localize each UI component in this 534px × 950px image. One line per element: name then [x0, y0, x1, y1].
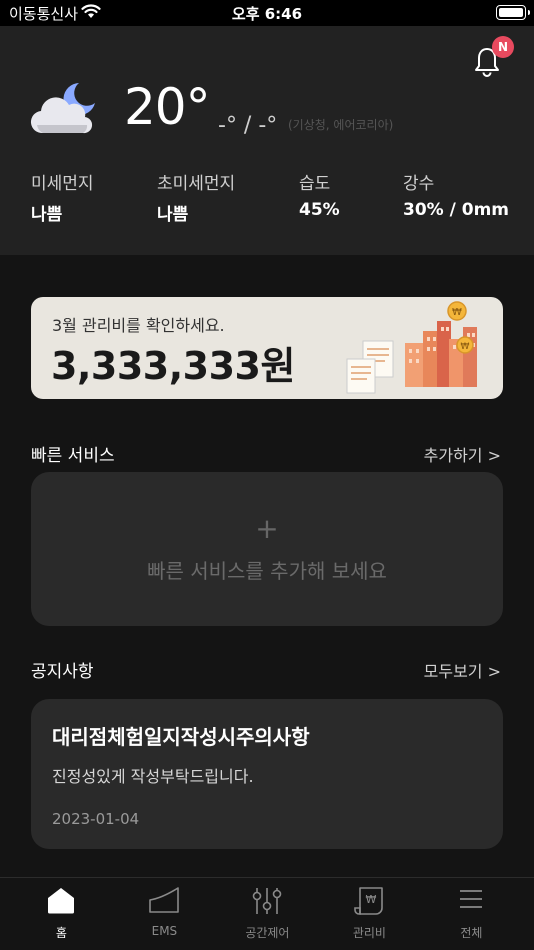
current-temperature: 20°: [124, 78, 211, 136]
metric-value: 45%: [299, 200, 340, 220]
weather-source: (기상청, 에어코리아): [288, 118, 394, 132]
quick-service-empty-card[interactable]: + 빠른 서비스를 추가해 보세요: [31, 472, 503, 626]
battery-icon: [496, 5, 530, 20]
tab-space-control[interactable]: 공간제어: [214, 878, 321, 950]
bill-amount: 3,333,333원: [51, 344, 295, 388]
sliders-icon: [214, 886, 321, 916]
notice-section-title: 공지사항: [31, 662, 94, 682]
bill-subtitle: 3월 관리비를 확인하세요.: [52, 316, 225, 335]
metric-label: 습도: [299, 174, 331, 194]
tab-ems[interactable]: EMS: [111, 878, 218, 950]
metric-label: 미세먼지: [31, 174, 94, 194]
notice-card[interactable]: 대리점체험일지작성시주의사항 진정성있게 작성부탁드립니다. 2023-01-0…: [31, 699, 503, 849]
cloudy-night-icon: [29, 81, 99, 140]
metric-ultrafine-dust: 초미세먼지 나쁨: [157, 169, 235, 225]
notification-badge: N: [492, 36, 514, 58]
city-bill-illustration: ₩ ₩: [345, 301, 485, 399]
bottom-tab-bar: 홈 EMS 공간제어 ₩ 관리비 전체: [0, 877, 534, 950]
svg-text:₩: ₩: [452, 307, 462, 318]
status-bar: 이동통신사 오후 6:46: [0, 0, 534, 26]
metric-value: 나쁨: [31, 205, 63, 225]
notice-date: 2023-01-04: [52, 810, 140, 828]
menu-icon: [418, 886, 525, 912]
tab-label: 전체: [460, 926, 483, 940]
weather-panel: N 20° -° / -° (기상청, 에어코리아) 미세먼지 나쁨 초미세먼지…: [0, 26, 534, 255]
metric-fine-dust: 미세먼지 나쁨: [31, 169, 94, 225]
tab-home[interactable]: 홈: [8, 878, 115, 950]
bill-card[interactable]: 3월 관리비를 확인하세요. 3,333,333원 ₩ ₩: [31, 297, 503, 399]
metric-humidity: 습도 45%: [299, 169, 340, 220]
ems-icon: [111, 886, 218, 914]
view-all-notices-link[interactable]: 모두보기 >: [424, 658, 501, 682]
notice-body: 진정성있게 작성부탁드립니다.: [52, 767, 254, 786]
tab-all[interactable]: 전체: [418, 878, 525, 950]
clock: 오후 6:46: [231, 5, 303, 23]
min-max-temperature: -° / -°: [218, 113, 278, 138]
tab-bill[interactable]: ₩ 관리비: [316, 878, 423, 950]
tab-label: EMS: [151, 924, 178, 938]
quick-service-empty-text: 빠른 서비스를 추가해 보세요: [147, 559, 387, 583]
tab-label: 관리비: [352, 926, 386, 940]
tab-label: 공간제어: [245, 926, 290, 940]
metric-value: 나쁨: [157, 205, 189, 225]
metric-value: 30% / 0mm: [403, 200, 509, 220]
home-icon: [8, 886, 115, 914]
tab-label: 홈: [55, 926, 67, 940]
svg-text:₩: ₩: [366, 893, 377, 906]
svg-text:₩: ₩: [461, 342, 470, 352]
bill-icon: ₩: [316, 886, 423, 916]
plus-icon: +: [255, 512, 279, 545]
quick-service-title: 빠른 서비스: [31, 446, 115, 466]
metric-precipitation: 강수 30% / 0mm: [403, 169, 509, 220]
notice-title: 대리점체험일지작성시주의사항: [52, 725, 310, 749]
metric-label: 초미세먼지: [157, 174, 236, 194]
add-quick-service-link[interactable]: 추가하기 >: [424, 442, 501, 466]
metric-label: 강수: [403, 174, 435, 194]
